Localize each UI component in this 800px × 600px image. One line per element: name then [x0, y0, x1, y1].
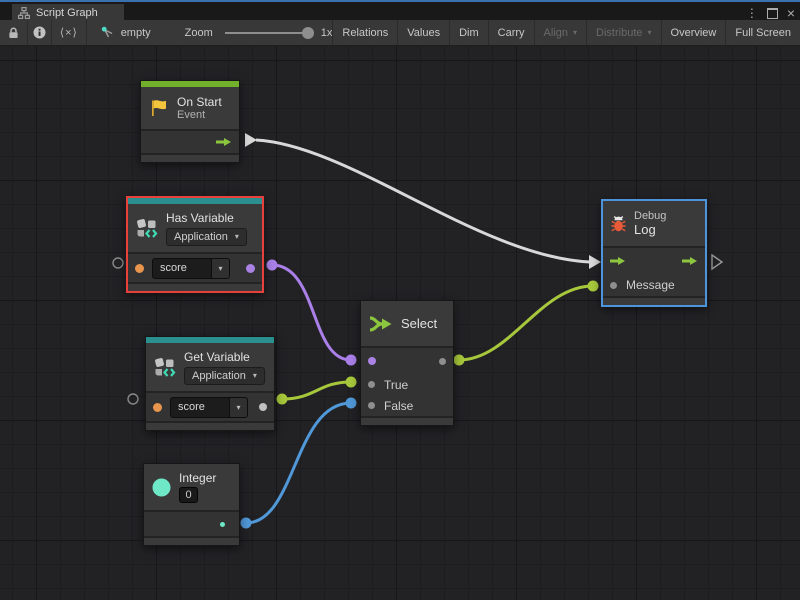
true-input-port[interactable]: [368, 381, 375, 388]
overview-button[interactable]: Overview: [662, 20, 727, 45]
node-footer: [361, 416, 453, 425]
bug-icon: [611, 216, 626, 232]
wire-endpoint: [346, 398, 357, 409]
int-output-port[interactable]: [220, 522, 225, 527]
info-button[interactable]: [28, 20, 52, 45]
graph-canvas[interactable]: On Start Event: [0, 46, 800, 600]
name-input-port[interactable]: [153, 403, 162, 412]
lock-button[interactable]: [0, 20, 28, 45]
info-icon: [33, 26, 46, 39]
flag-icon: [149, 98, 169, 118]
chevron-down-icon: ▾: [648, 28, 652, 37]
wire-endpoint: [346, 377, 357, 388]
align-button: Align▾: [535, 20, 587, 45]
distribute-button: Distribute▾: [587, 20, 661, 45]
close-icon[interactable]: ×: [787, 6, 795, 20]
message-input-port[interactable]: [610, 282, 617, 289]
chevron-down-icon: ▾: [235, 232, 239, 241]
integer-icon: [152, 478, 171, 497]
node-title: Has Variable: [166, 211, 247, 225]
chevron-down-icon: ▾: [573, 28, 577, 37]
node-on-start[interactable]: On Start Event: [140, 80, 240, 163]
node-debug-log[interactable]: Debug Log Message: [601, 199, 707, 307]
wire-endpoint: [346, 355, 357, 366]
chevron-down-icon: ▾: [229, 398, 247, 417]
script-graph-icon: [18, 7, 30, 19]
variable-name-select[interactable]: score ▾: [170, 397, 248, 418]
chevron-down-icon: ▾: [211, 259, 229, 278]
title-bar: Script Graph ⋮ ×: [0, 0, 800, 20]
dim-button[interactable]: Dim: [450, 20, 489, 45]
wire-select-to-log-message[interactable]: [459, 286, 593, 360]
variable-scope-dropdown[interactable]: Application▾: [166, 228, 247, 246]
unconnected-port-circle[interactable]: [128, 394, 138, 404]
message-port-label: Message: [626, 278, 675, 292]
graph-name-label: empty: [121, 27, 151, 39]
graph-breadcrumb[interactable]: empty: [101, 26, 151, 39]
zoom-slider-handle[interactable]: [302, 27, 314, 39]
tab-title: Script Graph: [36, 7, 98, 19]
wire-endpoint: [277, 394, 288, 405]
wire-start-arrowhead: [245, 133, 257, 147]
node-footer: [603, 296, 705, 305]
name-input-port[interactable]: [135, 264, 144, 273]
graph-toolbar: ⟨×⟩ empty Zoom 1x Relations Values Dim C…: [0, 20, 800, 46]
fullscreen-button[interactable]: Full Screen: [726, 20, 800, 45]
wire-getvariable-to-select-true[interactable]: [282, 382, 351, 399]
node-title: Log: [634, 223, 666, 237]
variable-name-select[interactable]: score ▾: [152, 258, 230, 279]
zoom-label: Zoom: [185, 27, 213, 39]
variables-icon: [136, 218, 158, 238]
graph-pointer-icon: [101, 26, 114, 39]
wire-endpoint: [267, 260, 278, 271]
wire-hasvariable-to-select[interactable]: [272, 265, 351, 360]
node-footer: [146, 421, 274, 430]
wire-endpoint: [241, 518, 252, 529]
integer-value-input[interactable]: 0: [179, 487, 198, 503]
zoom-value: 1x: [321, 27, 333, 39]
flow-output-port[interactable]: [216, 137, 232, 147]
node-footer: [128, 282, 262, 291]
node-title: On Start: [177, 95, 222, 109]
false-input-port[interactable]: [368, 402, 375, 409]
wire-endpoint: [588, 281, 599, 292]
zoom-slider[interactable]: [225, 32, 309, 34]
node-get-variable[interactable]: Get Variable Application▾ score ▾: [145, 336, 275, 431]
node-subtitle: Event: [177, 109, 222, 122]
node-footer: [144, 536, 239, 545]
carry-button[interactable]: Carry: [489, 20, 535, 45]
node-select[interactable]: Select True False: [360, 300, 454, 426]
variables-icon: [154, 357, 176, 377]
selection-output-port[interactable]: [439, 358, 446, 365]
values-button[interactable]: Values: [398, 20, 450, 45]
relations-button[interactable]: Relations: [332, 20, 398, 45]
unconnected-flow-triangle[interactable]: [712, 255, 722, 269]
code-icon: ⟨×⟩: [60, 26, 78, 39]
menu-icon[interactable]: ⋮: [746, 7, 758, 19]
node-title: Get Variable: [184, 350, 265, 364]
wire-endpoint: [454, 355, 465, 366]
lock-icon: [8, 27, 19, 39]
true-port-label: True: [384, 378, 408, 392]
value-output-port[interactable]: [259, 403, 267, 411]
chevron-down-icon: ▾: [253, 371, 257, 380]
wire-end-arrowhead: [589, 255, 601, 269]
node-integer[interactable]: Integer 0: [143, 463, 240, 546]
false-port-label: False: [384, 399, 413, 413]
code-view-button[interactable]: ⟨×⟩: [52, 20, 87, 45]
select-merge-icon: [369, 315, 393, 333]
maximize-icon[interactable]: [767, 8, 778, 19]
wire-onstart-to-log[interactable]: [256, 140, 590, 262]
node-title: Select: [401, 317, 437, 331]
node-title: Integer: [179, 471, 216, 485]
variable-scope-dropdown[interactable]: Application▾: [184, 367, 265, 385]
zoom-control: Zoom 1x: [185, 27, 333, 39]
bool-output-port[interactable]: [246, 264, 255, 273]
flow-output-port[interactable]: [682, 256, 698, 266]
node-footer: [141, 153, 239, 162]
unconnected-port-circle[interactable]: [113, 258, 123, 268]
flow-input-port[interactable]: [610, 256, 626, 266]
condition-input-port[interactable]: [368, 357, 376, 365]
node-has-variable[interactable]: Has Variable Application▾ score ▾: [126, 196, 264, 293]
